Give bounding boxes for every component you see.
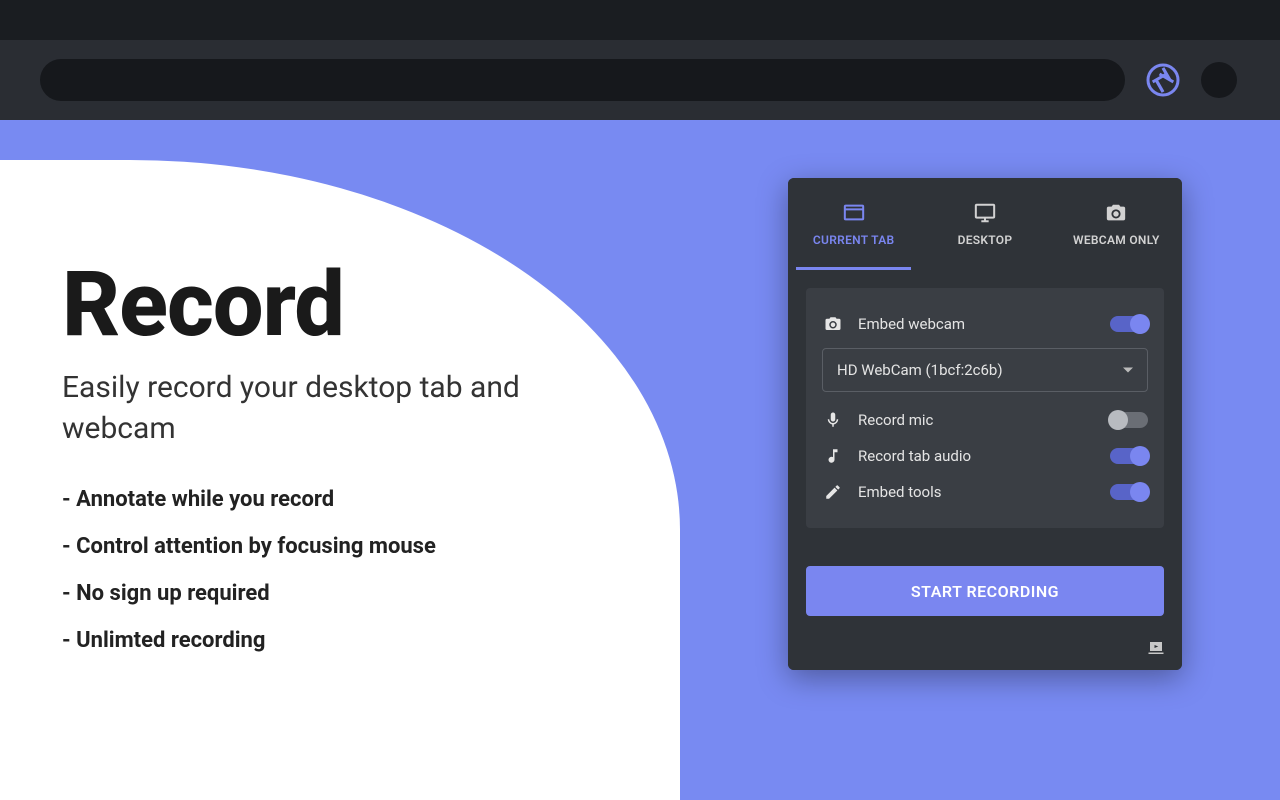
toggle-embed-webcam[interactable] (1110, 316, 1148, 332)
option-record-tab-audio: Record tab audio (822, 438, 1148, 474)
toggle-embed-tools[interactable] (1110, 484, 1148, 500)
camera-icon (822, 315, 844, 333)
hero-bullets: - Annotate while you record - Control at… (62, 487, 622, 653)
tab-desktop[interactable]: DESKTOP (919, 178, 1050, 270)
tab-icon (841, 202, 867, 224)
option-label: Record mic (858, 411, 933, 429)
option-label: Embed webcam (858, 315, 965, 333)
hero-content: Record Easily record your desktop tab an… (62, 260, 622, 675)
recorder-options: Embed webcam HD WebCam (1bcf:2c6b) Recor… (788, 270, 1182, 546)
popup-footer (788, 630, 1182, 670)
extension-aperture-icon[interactable] (1145, 62, 1181, 98)
hero-title: Record (62, 260, 622, 350)
url-bar[interactable] (40, 59, 1125, 101)
option-label: Record tab audio (858, 447, 971, 465)
camera-icon (1103, 202, 1129, 224)
select-value: HD WebCam (1bcf:2c6b) (837, 361, 1003, 379)
hero-bullet: - Annotate while you record (62, 487, 622, 512)
tab-label: CURRENT TAB (813, 233, 895, 247)
profile-avatar[interactable] (1201, 62, 1237, 98)
hero-section: Record Easily record your desktop tab an… (0, 120, 1280, 800)
video-settings-icon[interactable] (1146, 639, 1166, 661)
tab-label: WEBCAM ONLY (1073, 233, 1160, 247)
pencil-icon (822, 483, 844, 501)
music-note-icon (822, 447, 844, 465)
hero-bullet: - Control attention by focusing mouse (62, 534, 622, 559)
options-card: Embed webcam HD WebCam (1bcf:2c6b) Recor… (806, 288, 1164, 528)
tab-label: DESKTOP (958, 233, 1013, 247)
option-label: Embed tools (858, 483, 942, 501)
webcam-device-select[interactable]: HD WebCam (1bcf:2c6b) (822, 348, 1148, 392)
chevron-down-icon (1123, 368, 1133, 373)
recorder-tabs: CURRENT TAB DESKTOP WEBCAM ONLY (788, 178, 1182, 270)
browser-tab-strip (0, 0, 1280, 40)
browser-toolbar (0, 40, 1280, 120)
option-embed-tools: Embed tools (822, 474, 1148, 510)
toggle-record-tab-audio[interactable] (1110, 448, 1148, 464)
option-record-mic: Record mic (822, 402, 1148, 438)
tab-current-tab[interactable]: CURRENT TAB (788, 178, 919, 270)
hero-bullet: - No sign up required (62, 581, 622, 606)
recorder-popup: CURRENT TAB DESKTOP WEBCAM ONLY Embed we… (788, 178, 1182, 670)
tab-webcam-only[interactable]: WEBCAM ONLY (1051, 178, 1182, 270)
button-label: START RECORDING (911, 582, 1059, 601)
mic-icon (822, 411, 844, 429)
start-recording-button[interactable]: START RECORDING (806, 566, 1164, 616)
desktop-icon (972, 202, 998, 224)
option-embed-webcam: Embed webcam (822, 306, 1148, 342)
toggle-record-mic[interactable] (1110, 412, 1148, 428)
hero-subtitle: Easily record your desktop tab and webca… (62, 368, 622, 449)
hero-bullet: - Unlimted recording (62, 628, 622, 653)
